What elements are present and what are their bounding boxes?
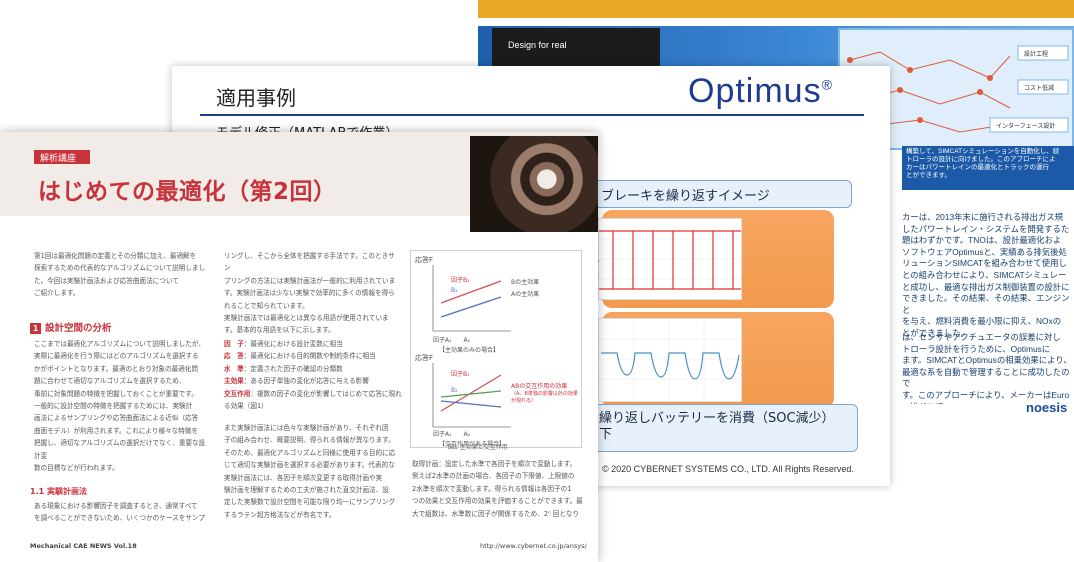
figure-legend-item: Aの主効果: [511, 291, 540, 298]
figure-title: 図1 主効果と交互作用: [448, 444, 508, 451]
flow-label: インターフェース設計: [996, 124, 1056, 130]
magazine-url: http://www.cybernet.co.jp/ansys/: [480, 542, 587, 550]
subsection-heading: 1.1 実験計画法: [30, 487, 87, 496]
term-list: 因 子：最適化における設計変数に相当 応 答：最適化における目的関数や制約条件に…: [224, 338, 404, 412]
section-body: ここまでは最適化アルゴリズムについて説明しましたが、 実際に最適化を行う際にはど…: [34, 340, 206, 473]
figure-legend-item: B₂: [451, 287, 458, 294]
article-category-tag: 解析講座: [34, 150, 90, 164]
term-item: 主効果：ある因子単独の変化が応答に与える影響: [224, 377, 369, 386]
magazine-article-page: 解析講座 はじめての最適化（第2回） 第1回は最適化問題の定義とその分類に加え、…: [0, 132, 598, 562]
column-2-tail: また実験計画法には色々な実験計画があり、それぞれ因 子の組み合わせ、概要説明、得…: [224, 424, 396, 519]
article-intro: 第1回は最適化問題の定義とその分類に加え、最適解を 探索するための代表的なアルゴ…: [34, 252, 206, 298]
figure-legend-item: 因子B₁: [451, 371, 470, 378]
figure-x-label: 因子A₁ A₂: [433, 431, 471, 438]
slide-copyright: © 2020 CYBERNET SYSTEMS CO., LTD. All Ri…: [602, 464, 854, 474]
figure-y-label: 応答F: [415, 354, 434, 362]
brochure-body-text-2: は、センサやアクチュエータの誤差に対し トローラ設計を行うために、Optimus…: [902, 332, 1072, 404]
figure-y-label: 応答F: [415, 256, 434, 264]
column-2-text: リングし、そこから全体を把握する手法です。このときサン プリングの方法には実験計…: [224, 252, 396, 335]
flow-label: コスト低減: [1024, 86, 1055, 92]
term-item: 因 子：最適化における設計変数に相当: [224, 340, 343, 348]
brake-pulse-plot: [599, 230, 741, 290]
slide-title: 適用事例: [216, 86, 296, 110]
term-item: 水 準：定義された因子の確認の分類数: [224, 364, 343, 373]
figure-legend-item: B₂: [451, 387, 458, 394]
figure-x-label: 因子A₁ A₂: [433, 337, 471, 344]
brochure-caption: 構築して、SIMCATシミュレーションを自動化し、続 トローラの設計に向けました…: [902, 146, 1074, 190]
figure-caption: 【主効果のみの場合】: [439, 347, 500, 354]
soc-plot: [599, 319, 741, 401]
subsection-body: ある現象における影響因子を調査するとき、通常すべて を調べることができないため、…: [34, 502, 205, 523]
flow-label: 設計工程: [1024, 52, 1049, 58]
slide-title-rule: [200, 114, 864, 116]
optimus-logo: Optimus®: [688, 72, 833, 110]
brochure-body-text: カーは、2013年末に施行される排出ガス規 したパワートレイン・システムを開発す…: [902, 212, 1070, 338]
brake-caption-box: ブレーキを繰り返すイメージ: [586, 180, 852, 208]
brochure-top-bar: [478, 0, 1074, 18]
magazine-footer: Mechanical CAE NEWS Vol.18: [30, 542, 137, 550]
section-heading: 1 設計空間の分析: [30, 320, 112, 334]
figure-legend-item: （A、B単独の影響以外の効果が現れる）: [511, 391, 578, 404]
article-header-image: [470, 136, 598, 232]
article-title: はじめての最適化（第2回）: [38, 179, 337, 205]
noesis-logo: noesis: [1026, 400, 1068, 415]
battery-caption-box: 繰り返しバッテリーを消費（SOC減少） 下: [584, 404, 858, 452]
brochure-design-label: Design for real: [508, 40, 567, 50]
figure-legend-item: Bの主効果: [511, 279, 540, 286]
figure-legend-item: ABの交互作用の効果: [511, 383, 568, 390]
column-3-text: 取得計画：設定した水準で各因子を順次で変動します。 例えば2水準の計画の場合、各…: [412, 460, 583, 518]
term-item: 応 答：最適化における目的関数や制約条件に相当: [224, 352, 376, 361]
figure-legend-item: 因子B₁: [451, 277, 470, 284]
soc-chart: [598, 318, 742, 402]
interaction-figure: 応答F 因子B₁ B₂ Bの主効果 Aの主効果 因子A₁ A₂ 【主効果のみの場…: [410, 250, 582, 448]
term-item: 交互作用：複数の因子の変化が影響してはじめて応答に現れる効果（図1）: [224, 389, 402, 411]
